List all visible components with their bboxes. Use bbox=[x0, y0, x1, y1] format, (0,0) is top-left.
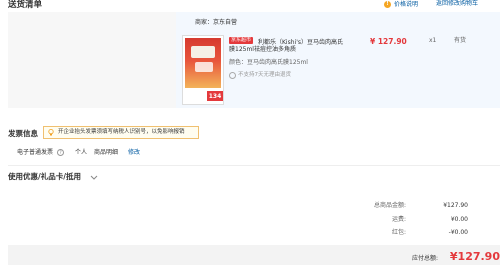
invoice-title-type: 个人 bbox=[75, 149, 88, 156]
chevron-down-icon[interactable] bbox=[90, 175, 98, 181]
delivery-list-title: 送货清单 bbox=[8, 0, 43, 10]
product-thumbnail[interactable]: 134 bbox=[182, 35, 224, 105]
total-goods-label: 总商品金额: bbox=[373, 202, 406, 209]
product-name-line2[interactable]: 膜125ml祛痘控油多角质 bbox=[229, 47, 296, 53]
no-return-icon bbox=[229, 72, 236, 79]
red-packet-label: 红包: bbox=[391, 229, 406, 236]
shipping-label: 运费: bbox=[391, 216, 406, 223]
stock-status: 有货 bbox=[454, 37, 467, 44]
back-to-cart-link[interactable]: 返回修改购物车 bbox=[436, 1, 478, 7]
red-packet-value: -¥0.00 bbox=[448, 229, 468, 236]
product-spec: 颜色：豆马齿肉高氏膜125ml bbox=[229, 59, 308, 66]
coupon-section-title[interactable]: 使用优惠/礼品卡/抵用 bbox=[8, 173, 81, 181]
shop-name: 商家：京东自营 bbox=[195, 19, 238, 26]
payable-total-amount: ¥127.90 bbox=[449, 250, 500, 263]
product-quantity: x1 bbox=[429, 37, 437, 44]
payable-total-label: 应付总额: bbox=[411, 255, 438, 262]
section-divider bbox=[8, 165, 500, 166]
info-icon: ! bbox=[384, 1, 391, 8]
lightbulb-icon bbox=[48, 129, 54, 136]
invoice-type: 电子普通发票 bbox=[17, 149, 54, 156]
invoice-title: 发票信息 bbox=[8, 129, 38, 138]
product-panel bbox=[176, 12, 500, 108]
product-price: ¥ 127.90 bbox=[370, 37, 407, 46]
total-goods-value: ¥127.90 bbox=[443, 202, 468, 209]
price-note-label: 价格说明 bbox=[394, 0, 419, 8]
no-return-note: 不支持7天无理由退货 bbox=[238, 72, 291, 78]
thumbnail-badge: 134 bbox=[207, 91, 223, 101]
jd-supermarket-tag: 京东超市 bbox=[229, 37, 254, 44]
edit-invoice-link[interactable]: 修改 bbox=[128, 150, 140, 156]
help-icon[interactable]: ? bbox=[57, 149, 64, 156]
price-note-link[interactable]: ! 价格说明 bbox=[384, 1, 418, 8]
invoice-content: 商品明细 bbox=[94, 149, 119, 156]
product-image bbox=[185, 38, 221, 88]
product-image-jar bbox=[195, 62, 213, 72]
shipping-value: ¥0.00 bbox=[450, 216, 468, 223]
invoice-tip-text: 开企业抬头发票须填写纳税人识别号，以免影响报销 bbox=[58, 129, 185, 135]
product-image-box bbox=[191, 46, 215, 58]
delivery-method-panel bbox=[8, 12, 176, 108]
